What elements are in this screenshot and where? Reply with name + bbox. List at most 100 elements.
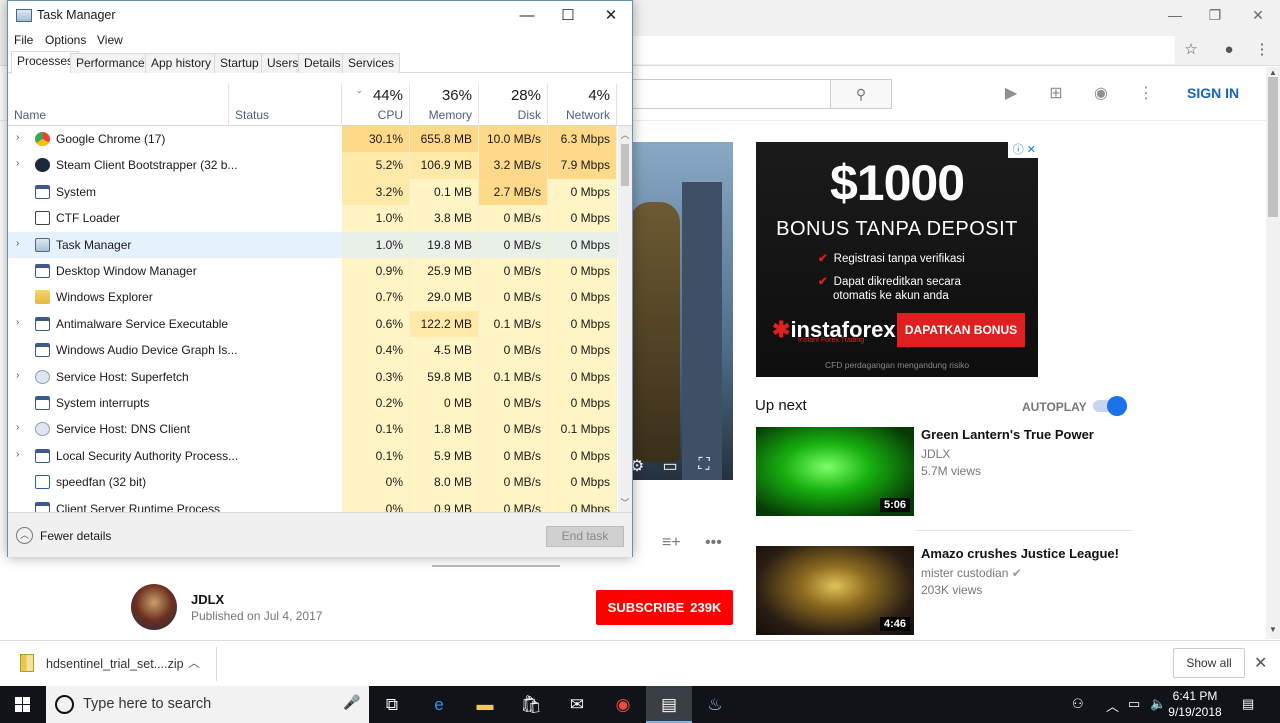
video-channel[interactable]: mister custodian ✔: [921, 566, 1022, 580]
mail-icon[interactable]: ✉: [554, 686, 600, 723]
microphone-icon[interactable]: 🎤: [343, 694, 360, 711]
people-icon[interactable]: ⚇: [1072, 696, 1084, 712]
table-row[interactable]: › Google Chrome (17) 30.1% 655.8 MB 10.0 MB/…: [8, 126, 618, 153]
browser-maximize-button[interactable]: ❐: [1195, 4, 1235, 26]
menu-options[interactable]: Options: [45, 33, 86, 47]
fewer-details-link[interactable]: Fewer details: [40, 529, 111, 543]
autoplay-toggle[interactable]: [1093, 396, 1127, 416]
advertisement[interactable]: ⓘ ✕ $1000 BONUS TANPA DEPOSIT ✔ Registras…: [756, 142, 1038, 377]
subscribe-button[interactable]: SUBSCRIBE 239K: [596, 590, 733, 625]
expand-chevron-icon[interactable]: ›: [16, 238, 24, 249]
scroll-down-icon[interactable]: ﹀: [618, 496, 632, 509]
messages-icon[interactable]: ◉: [1089, 82, 1113, 106]
network-icon[interactable]: ▭: [1128, 696, 1140, 712]
task-manager-taskbar-icon[interactable]: ▤: [646, 686, 692, 723]
scroll-thumb[interactable]: [621, 144, 629, 186]
scroll-thumb[interactable]: [1268, 77, 1278, 217]
upload-video-icon[interactable]: ▶: [999, 82, 1023, 106]
browser-close-button[interactable]: ✕: [1238, 4, 1278, 26]
table-row[interactable]: Desktop Window Manager 0.9% 25.9 MB 0 MB/s 0…: [8, 258, 618, 285]
file-explorer-icon[interactable]: ▬: [462, 686, 508, 723]
more-actions-icon[interactable]: •••: [705, 534, 722, 552]
menu-view[interactable]: View: [97, 33, 123, 47]
table-row[interactable]: Windows Explorer 0.7% 29.0 MB 0 MB/s 0 Mbps: [8, 284, 618, 311]
tab-app-history[interactable]: App history: [145, 53, 218, 73]
profile-icon[interactable]: ●: [1219, 40, 1239, 60]
chevron-up-circle-icon[interactable]: ︿: [16, 527, 33, 544]
browser-minimize-button[interactable]: —: [1155, 4, 1195, 26]
fullscreen-icon[interactable]: ⛶: [693, 456, 715, 474]
edge-icon[interactable]: e: [416, 686, 462, 723]
column-disk[interactable]: 28% Disk: [479, 84, 548, 126]
sign-in-button[interactable]: SIGN IN: [1187, 85, 1239, 101]
table-row[interactable]: › Antimalware Service Executable 0.6% 122.2…: [8, 310, 618, 338]
expand-chevron-icon[interactable]: ›: [16, 317, 24, 328]
table-row[interactable]: speedfan (32 bit) 0% 8.0 MB 0 MB/s 0 Mbps: [8, 469, 618, 496]
scroll-up-icon[interactable]: ▲: [1266, 68, 1280, 77]
expand-chevron-icon[interactable]: ›: [16, 449, 24, 460]
tab-performance[interactable]: Performance: [70, 53, 151, 73]
process-list-scrollbar[interactable]: ︿ ﹀: [618, 126, 632, 512]
table-row[interactable]: › Task Manager 1.0% 19.8 MB 0 MB/s 0 Mbps: [8, 231, 618, 258]
channel-name[interactable]: JDLX: [191, 592, 224, 607]
table-row[interactable]: › Service Host: Superfetch 0.3% 59.8 MB 0.1 …: [8, 363, 618, 390]
table-row[interactable]: System 3.2% 0.1 MB 2.7 MB/s 0 Mbps: [8, 178, 618, 206]
video-thumbnail[interactable]: 5:06: [756, 427, 914, 516]
add-to-playlist-icon[interactable]: ≡+: [662, 534, 681, 552]
column-cpu[interactable]: 44% CPU: [342, 84, 410, 126]
minimize-button[interactable]: —: [505, 1, 549, 30]
scroll-up-icon[interactable]: ︿: [618, 128, 632, 141]
close-icon[interactable]: ✕: [1254, 653, 1267, 673]
download-filename[interactable]: hdsentinel_trial_set....zip: [46, 657, 184, 671]
table-row[interactable]: CTF Loader 1.0% 3.8 MB 0 MB/s 0 Mbps: [8, 205, 618, 232]
menu-file[interactable]: File: [14, 33, 33, 47]
chrome-icon[interactable]: ◉: [600, 686, 646, 723]
tab-services[interactable]: Services: [342, 53, 401, 73]
maximize-button[interactable]: ☐: [546, 1, 590, 30]
start-button[interactable]: [0, 686, 46, 723]
more-options-icon[interactable]: ⋮: [1134, 82, 1158, 106]
store-icon[interactable]: 🛍: [508, 686, 554, 723]
tab-details[interactable]: Details: [298, 53, 347, 73]
expand-chevron-icon[interactable]: ›: [16, 132, 24, 143]
theater-mode-icon[interactable]: ▭: [659, 456, 681, 476]
expand-chevron-icon[interactable]: ›: [16, 422, 24, 433]
chevron-up-icon[interactable]: ︿: [188, 654, 200, 671]
video-title[interactable]: Amazo crushes Justice League!: [921, 546, 1136, 561]
task-view-icon[interactable]: ⧉: [369, 686, 415, 723]
column-name[interactable]: Name: [8, 84, 229, 126]
tab-startup[interactable]: Startup: [214, 53, 265, 73]
title-bar[interactable]: Task Manager — ☐ ✕: [8, 1, 632, 30]
recommended-video[interactable]: 5:06 Green Lantern's True Power JDLX 5.7…: [756, 427, 1136, 517]
tab-processes[interactable]: Processes: [11, 51, 80, 74]
column-memory[interactable]: 36% Memory: [410, 84, 479, 126]
apps-grid-icon[interactable]: ⊞: [1044, 82, 1068, 106]
table-row[interactable]: › Steam Client Bootstrapper (32 b... 5.2% 1…: [8, 152, 618, 179]
video-channel[interactable]: JDLX: [921, 447, 950, 461]
recommended-video[interactable]: 4:46 Amazo crushes Justice League! miste…: [756, 546, 1136, 636]
action-center-icon[interactable]: ▤: [1242, 696, 1254, 712]
table-row[interactable]: › Local Security Authority Process... 0.1%…: [8, 442, 618, 470]
show-all-button[interactable]: Show all: [1173, 648, 1245, 678]
youtube-search-button[interactable]: ⚲: [830, 79, 892, 109]
video-title[interactable]: Green Lantern's True Power: [921, 427, 1136, 442]
table-row[interactable]: System interrupts 0.2% 0 MB 0 MB/s 0 Mbps: [8, 390, 618, 417]
clock[interactable]: 6:41 PM 9/19/2018: [1160, 688, 1230, 720]
expand-chevron-icon[interactable]: ›: [16, 370, 24, 381]
close-button[interactable]: ✕: [589, 1, 633, 30]
expand-chevron-icon[interactable]: ›: [16, 158, 24, 169]
table-row[interactable]: Client Server Runtime Process 0% 0.9 MB 0 M…: [8, 495, 618, 512]
avatar[interactable]: [131, 584, 177, 630]
steam-icon[interactable]: ♨: [692, 686, 738, 723]
page-scrollbar[interactable]: ▲ ▼: [1266, 67, 1280, 639]
scroll-down-icon[interactable]: ▼: [1266, 625, 1280, 634]
taskbar-search-box[interactable]: Type here to search 🎤: [46, 686, 369, 723]
column-network[interactable]: 4% Network: [548, 84, 617, 126]
end-task-button[interactable]: End task: [546, 526, 624, 547]
column-status[interactable]: Status: [229, 84, 342, 126]
chevron-up-icon[interactable]: ︿: [1106, 696, 1119, 715]
chrome-menu-icon[interactable]: ⋮: [1252, 40, 1272, 60]
video-thumbnail[interactable]: 4:46: [756, 546, 914, 635]
bookmark-star-icon[interactable]: ☆: [1181, 40, 1201, 60]
ad-cta-button[interactable]: DAPATKAN BONUS: [897, 313, 1025, 347]
